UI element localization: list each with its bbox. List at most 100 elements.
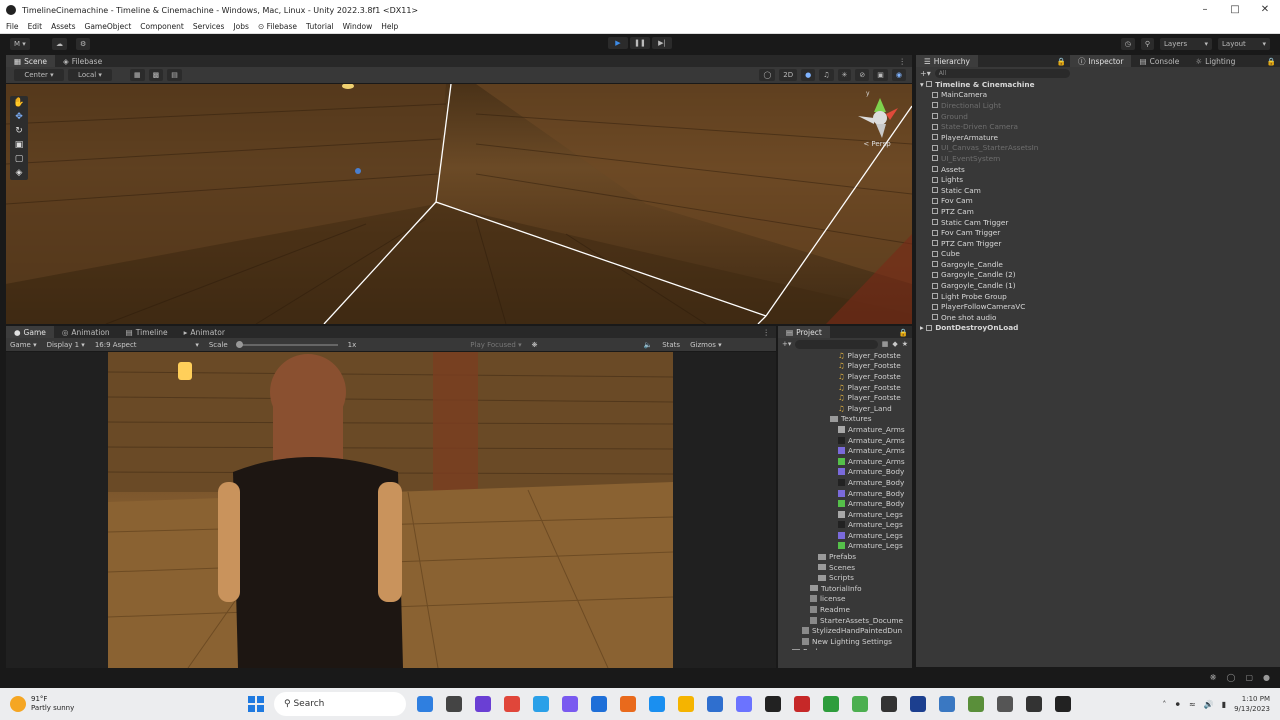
taskbar-search[interactable]: ⚲ Search — [274, 692, 406, 716]
hierarchy-item[interactable]: Gargoyle_Candle (1) — [920, 280, 1070, 291]
tab-project[interactable]: ▤ Project — [778, 326, 830, 338]
add-icon[interactable]: +▾ — [782, 340, 791, 348]
gizmos-toggle-icon[interactable]: ◉ — [891, 69, 906, 81]
project-asset[interactable]: ♫ Player_Land — [782, 403, 912, 414]
project-asset[interactable]: Armature_Arms — [782, 424, 912, 435]
lighting-toggle-icon[interactable]: ● — [801, 69, 816, 81]
hierarchy-item[interactable]: Fov Cam — [920, 196, 1070, 207]
hierarchy-item[interactable]: PTZ Cam Trigger — [920, 238, 1070, 249]
taskbar-app-icon[interactable] — [793, 696, 810, 712]
volume-icon[interactable]: 🔊 — [1204, 700, 1214, 709]
menu-jobs[interactable]: Jobs — [233, 22, 248, 31]
more-menu-icon[interactable]: ⋮ — [763, 328, 777, 337]
hidden-objects-icon[interactable]: ⊘ — [855, 69, 870, 81]
taskbar-app-icon[interactable] — [1054, 696, 1071, 712]
project-asset[interactable]: ♫ Player_Footste — [782, 350, 912, 361]
project-asset[interactable]: StylizedHandPaintedDun — [782, 625, 912, 636]
windows-start-icon[interactable] — [248, 696, 264, 712]
lock-icon[interactable]: 🔒 — [1057, 57, 1070, 66]
more-menu-icon[interactable]: ⋮ — [899, 57, 913, 66]
project-asset[interactable]: Armature_Body — [782, 498, 912, 509]
menu-help[interactable]: Help — [381, 22, 398, 31]
project-folder[interactable]: Scripts — [782, 572, 912, 583]
taskbar-app-icon[interactable] — [532, 696, 549, 712]
hierarchy-item[interactable]: State-Driven Camera — [920, 121, 1070, 132]
taskbar-app-icon[interactable] — [445, 696, 462, 712]
menu-component[interactable]: Component — [140, 22, 184, 31]
menu-assets[interactable]: Assets — [51, 22, 75, 31]
project-asset[interactable]: Armature_Arms — [782, 435, 912, 446]
scene-viewport[interactable]: < Persp y — [6, 84, 912, 324]
filter-label-icon[interactable]: ◆ — [892, 340, 897, 348]
hierarchy-item[interactable]: Lights — [920, 174, 1070, 185]
add-icon[interactable]: +▾ — [920, 69, 931, 78]
gizmos-dropdown[interactable]: Gizmos ▾ — [690, 341, 722, 349]
taskbar-app-icon[interactable] — [590, 696, 607, 712]
notifications-icon[interactable]: ▢ — [1245, 673, 1253, 682]
hierarchy-item[interactable]: PlayerArmature — [920, 132, 1070, 143]
project-asset[interactable]: ♫ Player_Footste — [782, 392, 912, 403]
2d-toggle[interactable]: 2D — [779, 69, 798, 81]
taskbar-app-icon[interactable] — [503, 696, 520, 712]
hierarchy-item[interactable]: Directional Light — [920, 100, 1070, 111]
history-icon[interactable]: ◷ — [1120, 38, 1135, 50]
project-search[interactable] — [795, 339, 878, 349]
menu-tutorial[interactable]: Tutorial — [306, 22, 334, 31]
game-mode-dropdown[interactable]: Game ▾ — [10, 341, 37, 349]
snap-increment-icon[interactable]: ▩ — [148, 69, 164, 81]
tab-console[interactable]: ▤ Console — [1131, 55, 1187, 67]
mic-icon[interactable]: ⚫ — [1174, 700, 1181, 709]
taskbar-app-icon[interactable] — [996, 696, 1013, 712]
draw-mode-icon[interactable]: ◯ — [759, 69, 776, 81]
project-asset[interactable]: Armature_Legs — [782, 509, 912, 520]
taskbar-app-icon[interactable] — [938, 696, 955, 712]
hierarchy-item[interactable]: Cube — [920, 249, 1070, 260]
audio-toggle-icon[interactable]: ♫ — [819, 69, 834, 81]
hierarchy-item[interactable]: UI_Canvas_StarterAssetsIn — [920, 143, 1070, 154]
cloud-icon[interactable]: ☁ — [52, 38, 67, 50]
taskbar-app-icon[interactable] — [1025, 696, 1042, 712]
project-asset[interactable]: Armature_Body — [782, 477, 912, 488]
auto-generate-lighting-icon[interactable]: ❋ — [1210, 673, 1217, 682]
project-folder[interactable]: Scenes — [782, 562, 912, 573]
hierarchy-scene-root[interactable]: ▾ Timeline & Cinemachine — [920, 79, 1070, 90]
close-icon[interactable]: ✕ — [1250, 0, 1280, 20]
lock-icon[interactable]: 🔒 — [1267, 57, 1280, 66]
play-button[interactable]: ▶ — [608, 37, 628, 49]
project-asset[interactable]: Armature_Arms — [782, 456, 912, 467]
hierarchy-search[interactable]: All — [934, 68, 1070, 78]
step-button[interactable]: ▶| — [652, 37, 672, 49]
hierarchy-item[interactable]: PTZ Cam — [920, 206, 1070, 217]
lock-icon[interactable]: 🔒 — [899, 328, 912, 337]
grid-toggle-icon[interactable]: ▤ — [167, 69, 182, 81]
tab-scene[interactable]: ▦ Scene — [6, 55, 55, 67]
project-asset[interactable]: Readme — [782, 604, 912, 615]
gizmo-persp-label[interactable]: < Persp — [852, 140, 902, 148]
project-asset[interactable]: Armature_Legs — [782, 520, 912, 531]
rect-tool-icon[interactable]: ▢ — [10, 152, 28, 166]
project-asset[interactable]: Armature_Legs — [782, 541, 912, 552]
mute-audio-icon[interactable]: 🔈 — [643, 341, 652, 349]
hierarchy-item[interactable]: Static Cam — [920, 185, 1070, 196]
rotate-tool-icon[interactable]: ↻ — [10, 124, 28, 138]
tab-animation[interactable]: ◎ Animation — [54, 326, 118, 338]
menu-file[interactable]: File — [6, 22, 19, 31]
hierarchy-item[interactable]: UI_EventSystem — [920, 153, 1070, 164]
project-asset[interactable]: ♫ Player_Footste — [782, 371, 912, 382]
tray-overflow-icon[interactable]: ˄ — [1162, 700, 1166, 709]
weather-widget[interactable]: 91°F Partly sunny — [0, 695, 240, 713]
hierarchy-item[interactable]: MainCamera — [920, 90, 1070, 101]
settings-icon[interactable]: ⚙ — [76, 38, 91, 50]
taskbar-app-icon[interactable] — [764, 696, 781, 712]
tab-animator[interactable]: ▸ Animator — [176, 326, 233, 338]
taskbar-app-icon[interactable] — [416, 696, 433, 712]
bug-icon[interactable]: ❋ — [532, 341, 538, 349]
play-focused-dropdown[interactable]: Play Focused ▾ — [470, 341, 521, 349]
tab-inspector[interactable]: ⓘ Inspector — [1070, 55, 1132, 67]
maximize-icon[interactable]: □ — [1220, 0, 1250, 20]
hierarchy-item[interactable]: Light Probe Group — [920, 291, 1070, 302]
project-folder[interactable]: TutorialInfo — [782, 583, 912, 594]
scale-tool-icon[interactable]: ▣ — [10, 138, 28, 152]
layout-dropdown[interactable]: Layout ▾ — [1218, 38, 1270, 50]
hierarchy-item[interactable]: Static Cam Trigger — [920, 217, 1070, 228]
